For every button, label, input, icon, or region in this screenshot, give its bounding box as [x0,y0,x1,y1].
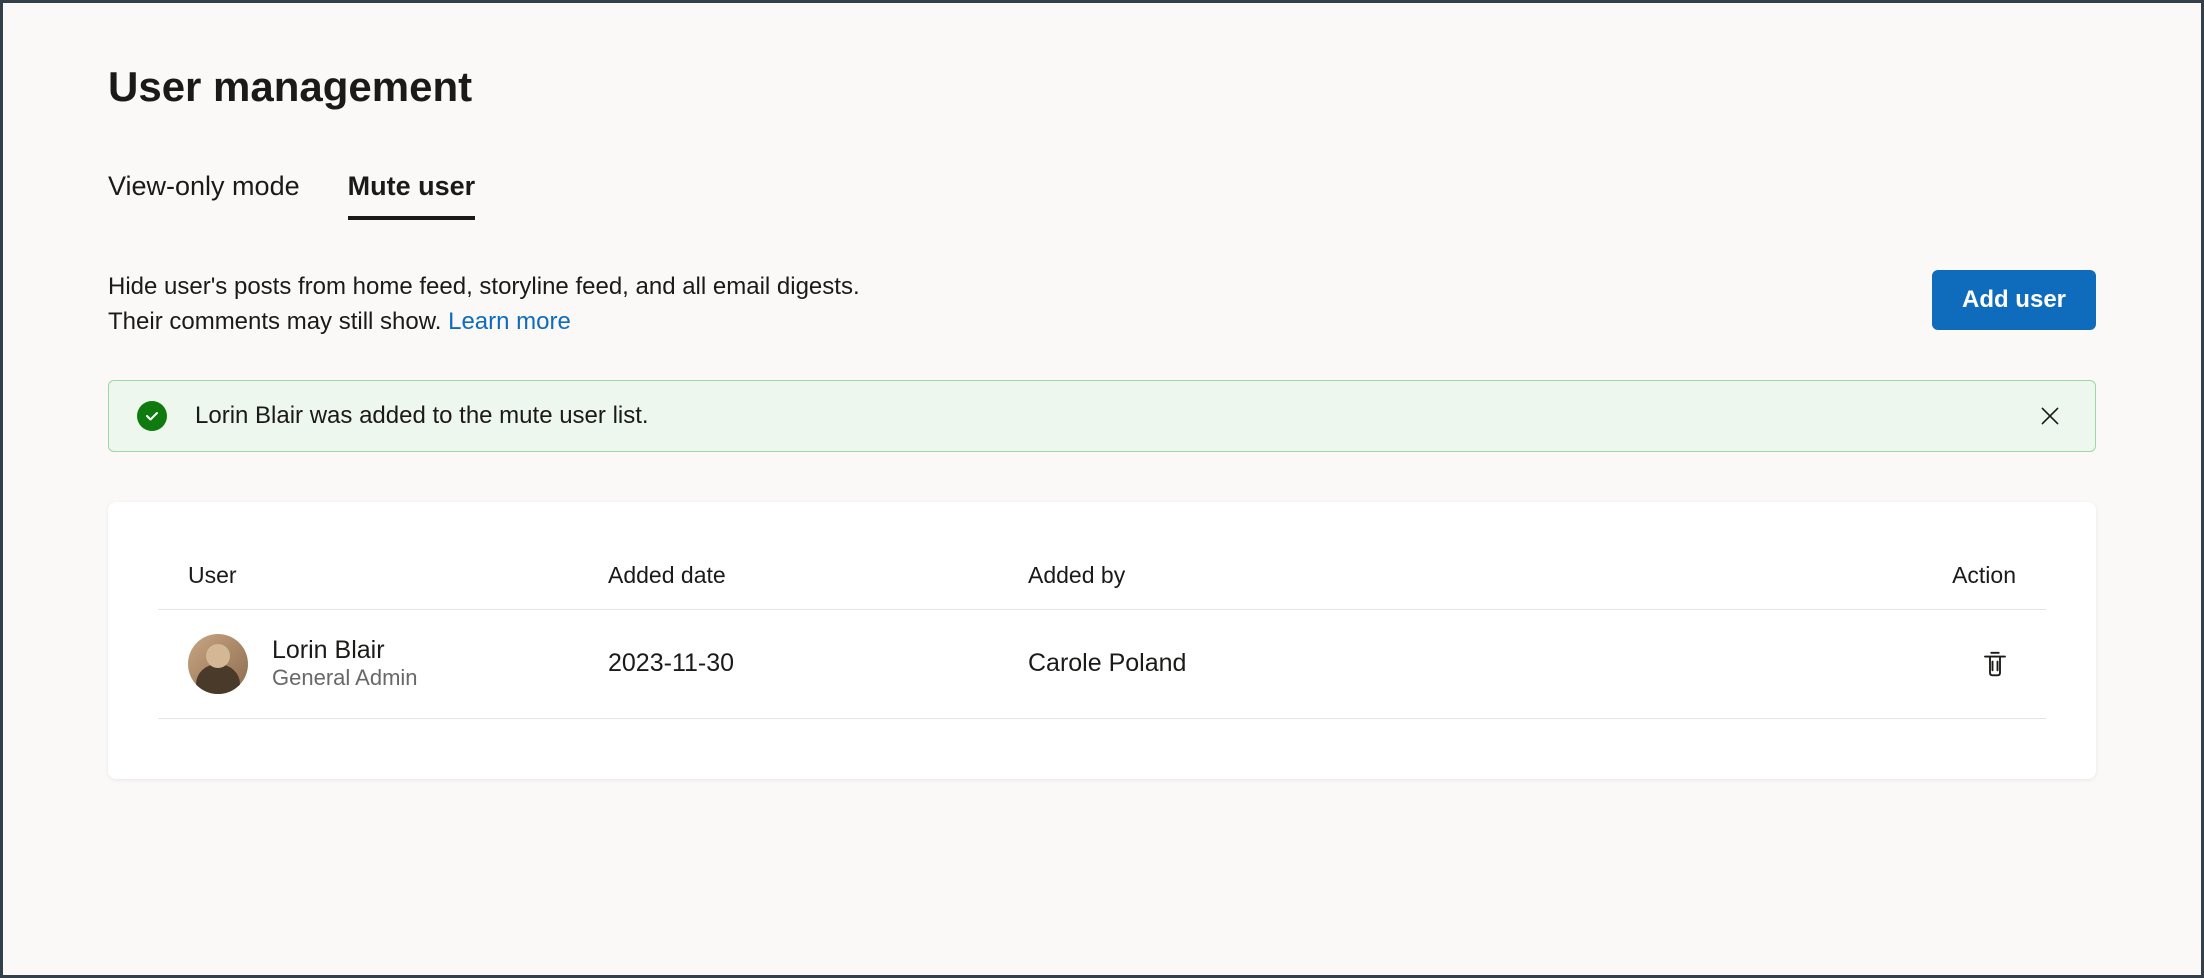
learn-more-link[interactable]: Learn more [448,308,571,335]
description-line1: Hide user's posts from home feed, storyl… [108,273,860,300]
added-date-cell: 2023-11-30 [608,649,1028,678]
tabs: View-only mode Mute user [108,171,2096,220]
add-user-button[interactable]: Add user [1932,270,2096,330]
notification-message: Lorin Blair was added to the mute user l… [195,402,649,430]
description-text: Hide user's posts from home feed, storyl… [108,270,860,340]
table-header-user: User [188,562,608,589]
table-header-added-by: Added by [1028,562,1896,589]
success-notification: Lorin Blair was added to the mute user l… [108,380,2096,452]
avatar [188,634,248,694]
user-name: Lorin Blair [272,636,418,665]
trash-icon [1980,649,2010,679]
notification-close-button[interactable] [2033,399,2067,433]
table-header-action: Action [1896,562,2016,589]
close-icon [2037,403,2063,429]
table-row: Lorin Blair General Admin 2023-11-30 Car… [158,610,2046,719]
check-circle-icon [137,401,167,431]
description-line2: Their comments may still show. [108,308,448,335]
user-table-card: User Added date Added by Action Lorin Bl… [108,502,2096,779]
table-header: User Added date Added by Action [158,542,2046,610]
user-role: General Admin [272,665,418,691]
page-title: User management [108,63,2096,111]
table-header-added-date: Added date [608,562,1028,589]
tab-mute-user[interactable]: Mute user [348,171,476,220]
added-by-cell: Carole Poland [1028,649,1896,678]
delete-button[interactable] [1974,643,2016,685]
tab-view-only-mode[interactable]: View-only mode [108,171,300,220]
